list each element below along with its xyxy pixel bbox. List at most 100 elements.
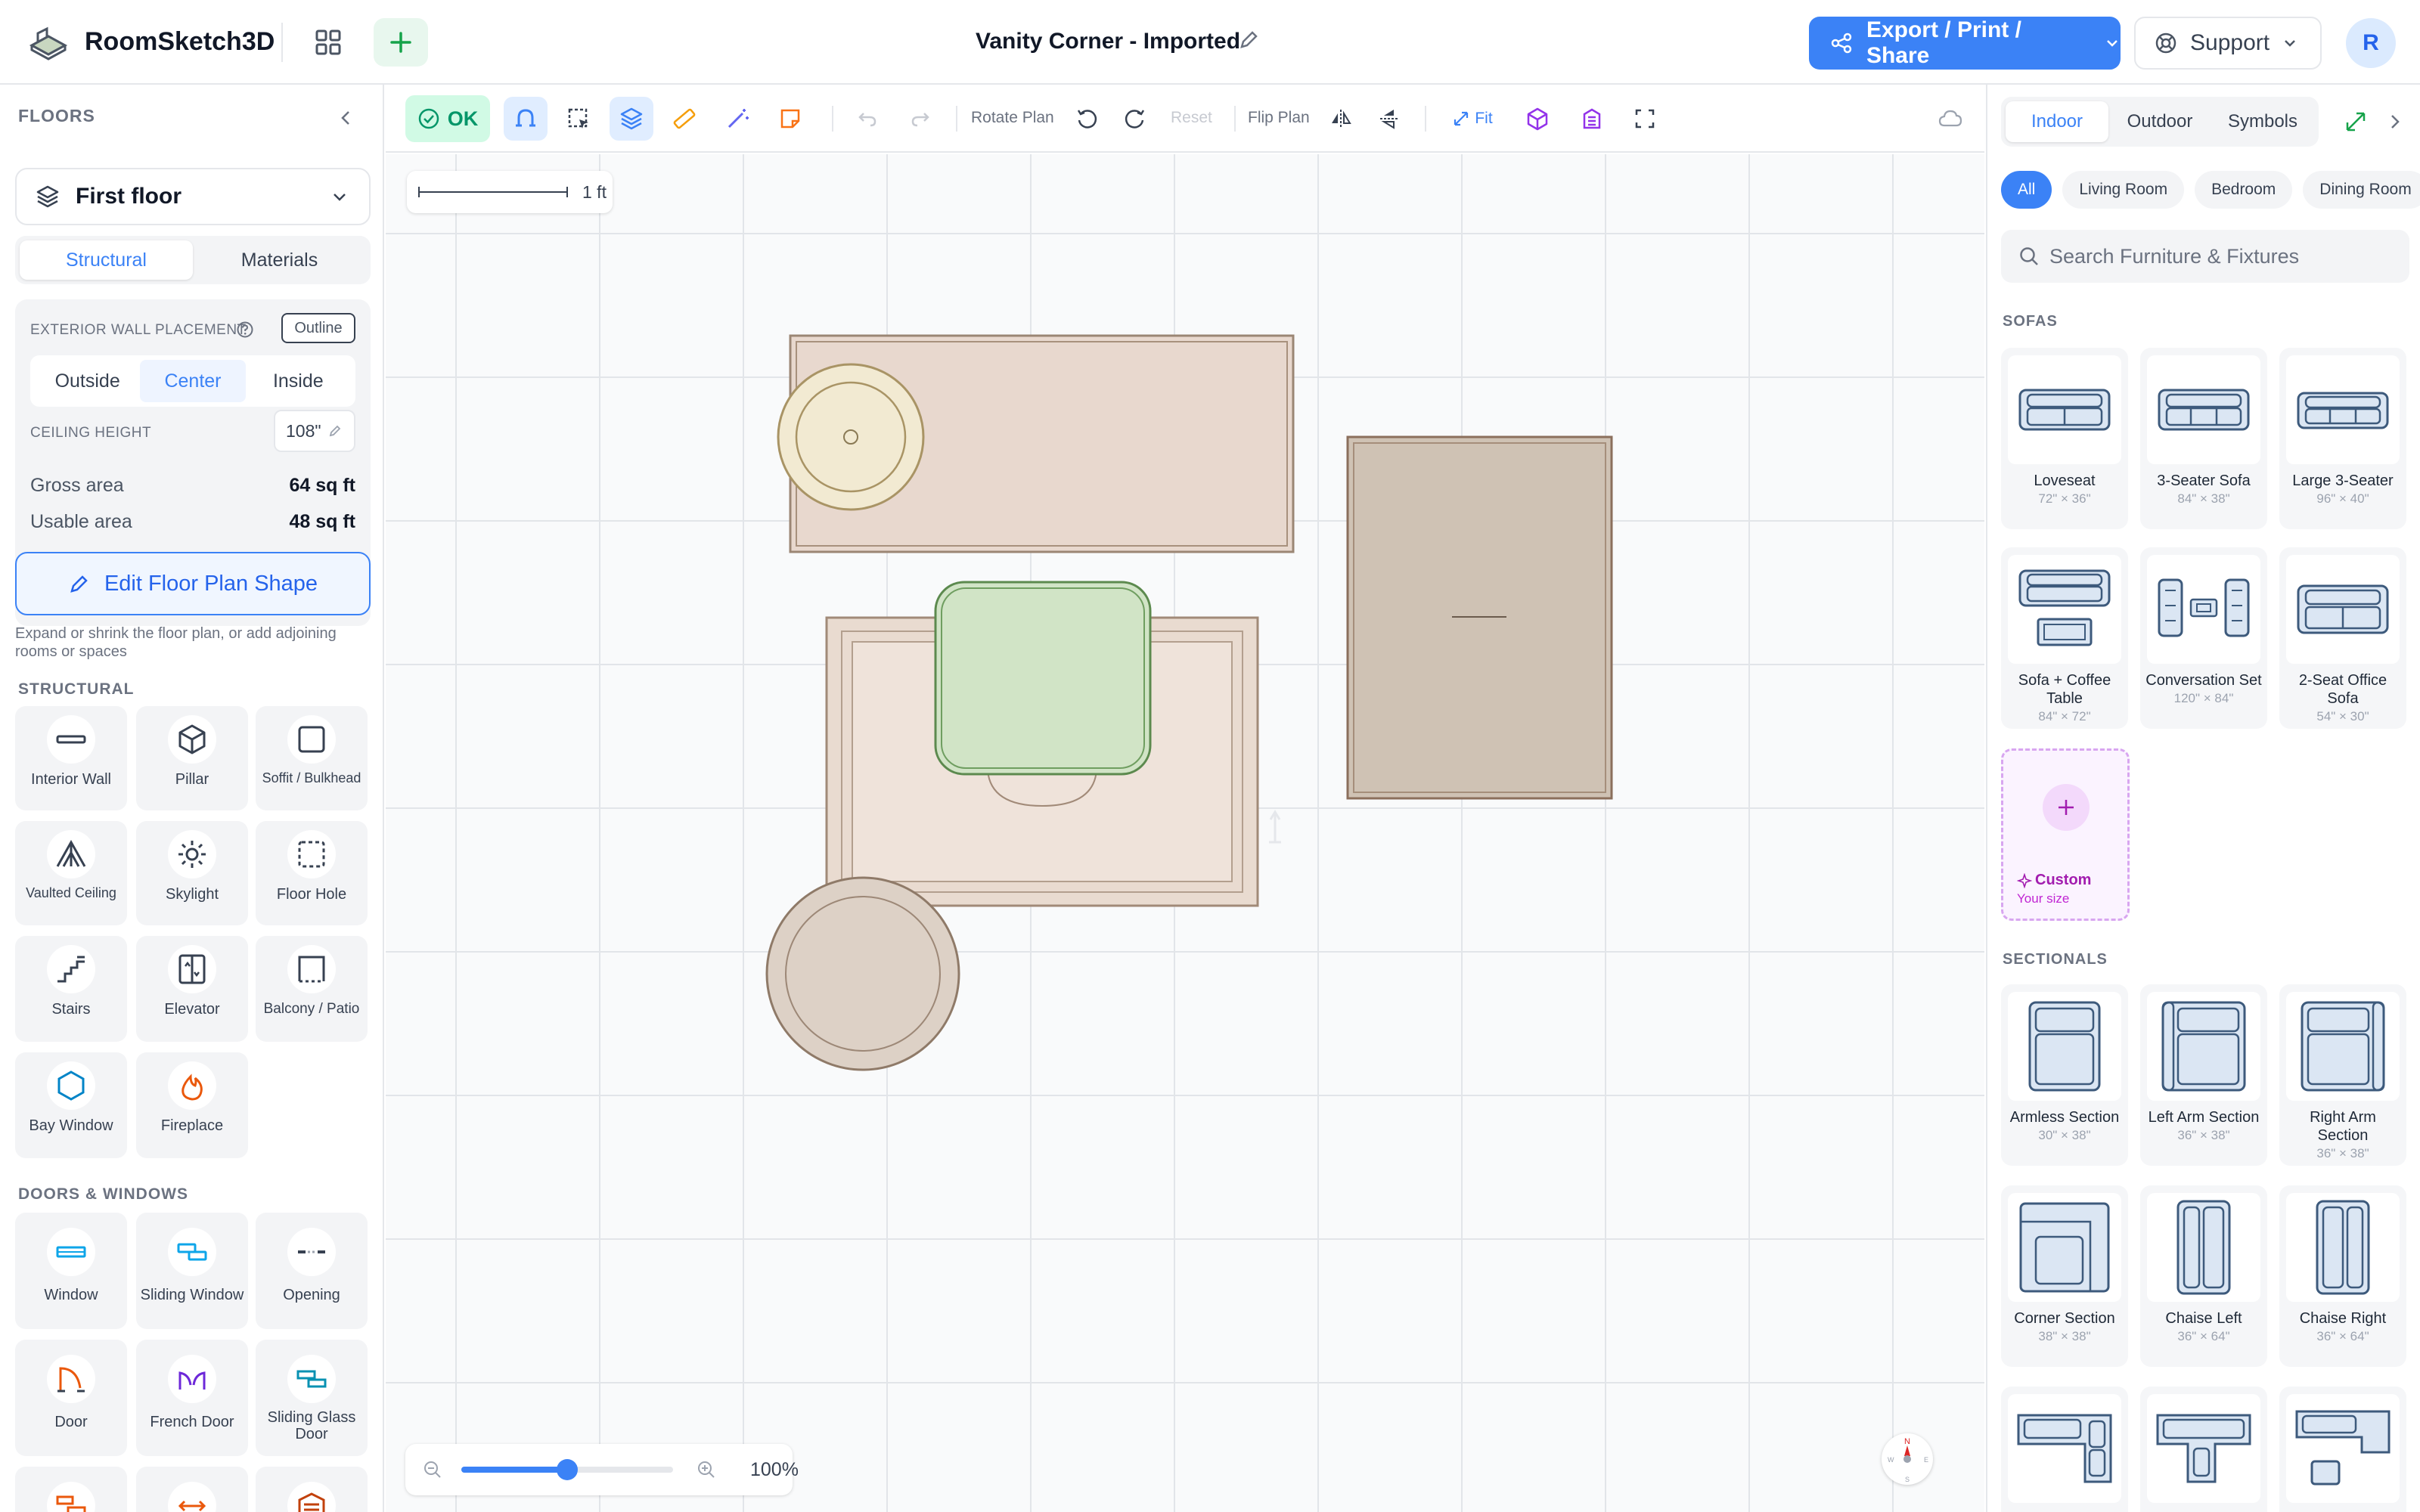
chip-dining-room[interactable]: Dining Room (2303, 171, 2420, 209)
furniture-card-conversation-set[interactable]: Conversation Set 120" × 84" (2140, 547, 2267, 729)
tool-opening[interactable]: Opening (256, 1213, 368, 1329)
vessel-sink[interactable] (777, 363, 925, 511)
placement-inside[interactable]: Inside (246, 360, 351, 402)
redo-button[interactable] (898, 97, 942, 141)
user-avatar[interactable]: R (2346, 18, 2396, 68)
tool-sliding-window[interactable]: Sliding Window (136, 1213, 248, 1329)
tool-skylight[interactable]: Skylight (136, 821, 248, 925)
tool-more-3[interactable] (256, 1467, 368, 1512)
zoom-out-icon[interactable] (422, 1459, 443, 1480)
tool-french-door[interactable]: French Door (136, 1340, 248, 1456)
measure-button[interactable] (662, 97, 706, 141)
tab-materials[interactable]: Materials (193, 240, 366, 280)
tab-symbols[interactable]: Symbols (2211, 101, 2314, 142)
document-title[interactable]: Vanity Corner - Imported (976, 29, 1240, 54)
chip-living-room[interactable]: Living Room (2062, 171, 2185, 209)
furniture-card-l-sectional-right[interactable] (2140, 1387, 2267, 1512)
zoom-slider-track[interactable] (461, 1459, 673, 1480)
elevation-view-button[interactable] (1570, 97, 1614, 141)
notes-button[interactable] (768, 97, 812, 141)
furniture-card-armless-section[interactable]: Armless Section 30" × 38" (2001, 984, 2128, 1166)
vanity-bench[interactable] (934, 581, 1152, 776)
ok-status-button[interactable]: OK (405, 95, 490, 142)
zoom-in-icon[interactable] (696, 1459, 717, 1480)
tab-structural[interactable]: Structural (20, 240, 193, 280)
export-print-share-button[interactable]: Export / Print / Share (1809, 17, 2121, 70)
new-plan-button[interactable] (374, 18, 428, 67)
ceiling-height-field[interactable]: 108" (274, 410, 355, 452)
tool-pillar[interactable]: Pillar (136, 706, 248, 810)
fullscreen-button[interactable] (1623, 97, 1667, 141)
furniture-card-sofa-coffee-table[interactable]: Sofa + Coffee Table 84" × 72" (2001, 547, 2128, 729)
round-ottoman[interactable] (765, 876, 960, 1071)
tool-soffit-bulkhead[interactable]: Soffit / Bulkhead (256, 706, 368, 810)
furniture-card-l-sectional[interactable] (2001, 1387, 2128, 1512)
sparkle-icon (2017, 872, 2032, 888)
tool-more-1[interactable] (15, 1467, 127, 1512)
flip-horizontal-button[interactable] (1319, 97, 1363, 141)
tall-cabinet[interactable] (1346, 435, 1613, 800)
edit-floor-plan-shape-button[interactable]: Edit Floor Plan Shape (15, 552, 371, 615)
layers-button[interactable] (610, 97, 653, 141)
furniture-card-chaise-right[interactable]: Chaise Right 36" × 64" (2279, 1185, 2406, 1367)
furniture-search-input[interactable]: Search Furniture & Fixtures (2001, 230, 2409, 283)
magnet-snap-button[interactable] (504, 97, 548, 141)
furniture-card-sectional-ottoman[interactable] (2279, 1387, 2406, 1512)
furniture-card-large-3-seater[interactable]: Large 3-Seater 96" × 40" (2279, 348, 2406, 529)
tool-door[interactable]: Door (15, 1340, 127, 1456)
collapse-panel-icon[interactable] (333, 104, 360, 132)
wall-placement-selector: Outside Center Inside (30, 355, 355, 407)
custom-size-card[interactable]: Custom Your size (2001, 748, 2130, 921)
rotate-left-button[interactable] (1065, 97, 1109, 141)
expand-panel-icon[interactable] (2343, 109, 2369, 135)
tool-label: Bay Window (29, 1117, 113, 1134)
floor-plan-canvas[interactable]: 1 ft 100% N W E S (386, 154, 1984, 1512)
rename-pencil-icon[interactable] (1237, 29, 1261, 53)
tab-outdoor[interactable]: Outdoor (2108, 101, 2211, 142)
cloud-sync-button[interactable] (1928, 97, 1972, 141)
tool-balcony-patio[interactable]: Balcony / Patio (256, 936, 368, 1042)
furniture-card-3-seater-sofa[interactable]: 3-Seater Sofa 84" × 38" (2140, 348, 2267, 529)
zoom-slider-thumb[interactable] (557, 1459, 578, 1480)
furniture-card-corner-section[interactable]: Corner Section 38" × 38" (2001, 1185, 2128, 1367)
sofas-header: SOFAS (2003, 313, 2058, 330)
furniture-card-2-seat-office-sofa[interactable]: 2-Seat Office Sofa 54" × 30" (2279, 547, 2406, 729)
chip-all[interactable]: All (2001, 171, 2052, 209)
outline-toggle[interactable]: Outline (281, 313, 355, 343)
tool-more-2[interactable] (136, 1467, 248, 1512)
tool-stairs[interactable]: Stairs (15, 936, 127, 1042)
chip-bedroom[interactable]: Bedroom (2195, 171, 2293, 209)
placement-outside[interactable]: Outside (35, 360, 140, 402)
tool-sliding-glass-door[interactable]: Sliding Glass Door (256, 1340, 368, 1456)
chevron-right-icon[interactable] (2384, 110, 2406, 133)
furniture-card-left-arm-section[interactable]: Left Arm Section 36" × 38" (2140, 984, 2267, 1166)
tool-elevator[interactable]: Elevator (136, 936, 248, 1042)
3d-view-button[interactable] (1516, 97, 1559, 141)
compass-control[interactable]: N W E S (1882, 1433, 1933, 1485)
tool-window[interactable]: Window (15, 1213, 127, 1329)
tab-indoor[interactable]: Indoor (2006, 101, 2108, 142)
help-icon[interactable] (236, 321, 254, 339)
tool-fireplace[interactable]: Fireplace (136, 1052, 248, 1158)
fit-button[interactable]: Fit (1441, 97, 1503, 141)
furniture-card-right-arm-section[interactable]: Right Arm Section 36" × 38" (2279, 984, 2406, 1166)
support-button[interactable]: Support (2134, 17, 2322, 70)
magic-wand-button[interactable] (715, 97, 759, 141)
undo-button[interactable] (845, 97, 889, 141)
edit-shape-label: Edit Floor Plan Shape (104, 571, 318, 596)
floor-select[interactable]: First floor (15, 168, 371, 225)
hexagon-icon (47, 1061, 95, 1110)
rotate-right-button[interactable] (1113, 97, 1157, 141)
tool-bay-window[interactable]: Bay Window (15, 1052, 127, 1158)
placement-center[interactable]: Center (140, 360, 246, 402)
flip-vertical-button[interactable] (1367, 97, 1411, 141)
tool-floor-hole[interactable]: Floor Hole (256, 821, 368, 925)
select-tool-button[interactable] (557, 97, 600, 141)
tool-vaulted-ceiling[interactable]: Vaulted Ceiling (15, 821, 127, 925)
card-name: Chaise Left (2165, 1310, 2242, 1327)
reset-rotation-button[interactable]: Reset (1171, 109, 1212, 127)
furniture-card-chaise-left[interactable]: Chaise Left 36" × 64" (2140, 1185, 2267, 1367)
dashboard-grid-button[interactable] (306, 21, 351, 64)
furniture-card-loveseat[interactable]: Loveseat 72" × 36" (2001, 348, 2128, 529)
tool-interior-wall[interactable]: Interior Wall (15, 706, 127, 810)
